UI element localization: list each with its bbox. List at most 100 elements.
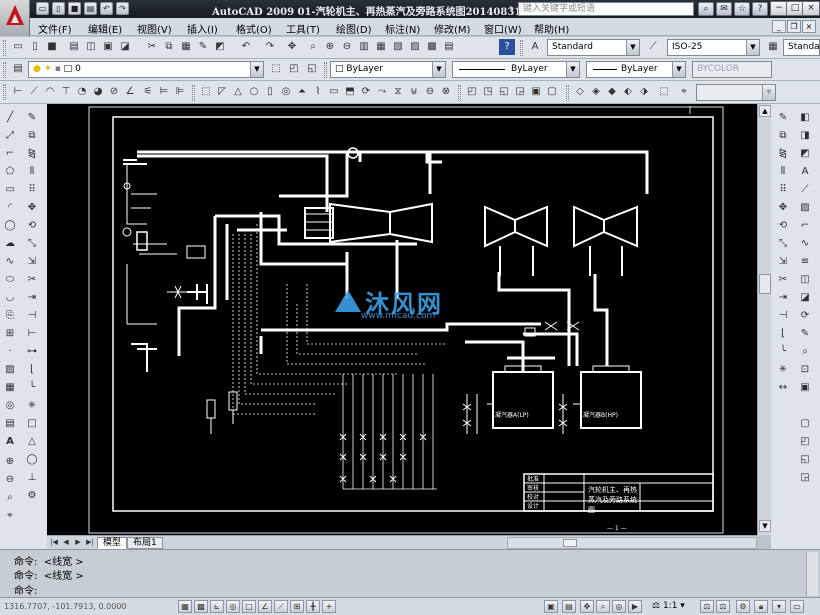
undo-icon[interactable]: ↶ (100, 2, 113, 15)
chevron-down-icon[interactable]: ▼ (672, 62, 685, 77)
layer-select[interactable]: ● ☀ ▪ □ 0 ▼ (28, 61, 264, 78)
clip-viewport-icon[interactable]: ◰ (797, 434, 813, 450)
insert-block-icon[interactable]: ⎘ (2, 308, 18, 324)
visual-style-realistic-icon[interactable]: ◆ (604, 84, 620, 100)
extend-icon[interactable]: ⇥ (24, 290, 40, 306)
toolbar-grip[interactable] (192, 85, 195, 101)
block-editor-icon[interactable]: ◩ (212, 39, 228, 55)
trim-icon[interactable]: ✂ (24, 272, 40, 288)
menu-insert[interactable]: 插入(I) (187, 21, 218, 36)
doc-restore-button[interactable]: ❐ (787, 20, 801, 33)
undo-button-icon[interactable]: ↶ (238, 39, 254, 55)
view-bottom-icon[interactable]: ◳ (480, 84, 496, 100)
model-space-icon[interactable]: ▣ (544, 600, 558, 613)
open-file-icon[interactable]: ▯ (27, 39, 43, 55)
modify-move-icon[interactable]: ✥ (775, 200, 791, 216)
publish-icon[interactable]: ▣ (100, 39, 116, 55)
layer-state-icon[interactable]: ◱ (304, 61, 320, 77)
ucs-select[interactable]: ▼ (696, 84, 776, 101)
modify-extend-icon[interactable]: ⇥ (775, 290, 791, 306)
ellipse-arc-icon[interactable]: ◡ (2, 290, 18, 306)
annotation-visibility-icon[interactable]: ⚖ (700, 600, 714, 613)
gradient-icon[interactable]: ▦ (2, 380, 18, 396)
copy-object-icon[interactable]: ⧉ (24, 128, 40, 144)
fillet-icon[interactable]: ╰ (24, 380, 40, 396)
help-search-input[interactable]: 键入关键字或短语 (518, 2, 694, 16)
dim-ordinate-icon[interactable]: ⊤ (58, 84, 74, 100)
toolbar-grip[interactable] (458, 85, 461, 101)
toolbar-grip[interactable] (3, 62, 6, 78)
move-icon[interactable]: ✥ (24, 200, 40, 216)
modify-stretch-icon[interactable]: ⇲ (775, 254, 791, 270)
polygonal-viewport-icon[interactable]: ◲ (797, 470, 813, 486)
properties-icon[interactable]: ▥ (356, 39, 372, 55)
dim-continue-icon[interactable]: ⊫ (172, 84, 188, 100)
doc-minimize-button[interactable]: _ (772, 20, 786, 33)
toolbar-grip[interactable] (3, 40, 6, 56)
scroll-up-icon[interactable]: ▲ (759, 105, 771, 117)
3d-intersect-icon[interactable]: ⊗ (438, 84, 454, 100)
chevron-down-icon[interactable]: ▼ (762, 85, 775, 100)
view-top-icon[interactable]: ◰ (464, 84, 480, 100)
menu-edit[interactable]: 编辑(E) (88, 21, 122, 36)
modify-chamfer-icon[interactable]: ⌊ (775, 326, 791, 342)
communication-center-icon[interactable]: ✉ (716, 2, 732, 16)
single-viewport-icon[interactable]: ◱ (797, 452, 813, 468)
spline-edit-icon[interactable]: ∿ (797, 236, 813, 252)
quick-properties-icon[interactable]: + (322, 600, 336, 613)
tool-palettes-icon[interactable]: ▧ (390, 39, 406, 55)
paste-icon[interactable]: ▦ (178, 39, 194, 55)
dim-jogged-icon[interactable]: ◕ (90, 84, 106, 100)
3d-cylinder-icon[interactable]: ▯ (262, 84, 278, 100)
3d-cone-icon[interactable]: △ (230, 84, 246, 100)
first-tab-icon[interactable]: |◀ (49, 537, 59, 548)
layout-viewport-icon[interactable]: ▢ (797, 416, 813, 432)
visual-style-wireframe-icon[interactable]: ◇ (572, 84, 588, 100)
application-menu-button[interactable] (0, 0, 30, 36)
open-icon[interactable]: ▯ (52, 2, 65, 15)
snap-mode-icon[interactable]: ▦ (178, 600, 192, 613)
zoom-out-icon[interactable]: ⊖ (2, 472, 18, 488)
snap-midpoint-icon[interactable]: △ (24, 434, 40, 450)
close-button[interactable]: × (802, 1, 820, 16)
array-icon[interactable]: ⠿ (24, 182, 40, 198)
multiline-text-icon[interactable]: A (2, 434, 18, 450)
dynamic-ucs-icon[interactable]: ⟋ (274, 600, 288, 613)
plot-style-select[interactable]: BYCOLOR (692, 61, 772, 78)
steering-wheel-icon[interactable]: ◎ (612, 600, 626, 613)
quick-view-layouts-icon[interactable]: ▤ (562, 600, 576, 613)
modify-explode-icon[interactable]: ✳ (775, 362, 791, 378)
help-icon[interactable]: ? (752, 2, 768, 16)
layer-previous-icon[interactable]: ◰ (286, 61, 302, 77)
object-snap-tracking-icon[interactable]: ∠ (258, 600, 272, 613)
draw-line-icon[interactable]: ╱ (2, 110, 18, 126)
status-menu-icon[interactable]: ▾ (772, 600, 786, 613)
doc-close-button[interactable]: × (802, 20, 816, 33)
print-icon[interactable]: ▤ (84, 2, 97, 15)
chamfer-icon[interactable]: ⌊ (24, 362, 40, 378)
dim-diameter-icon[interactable]: ⊘ (106, 84, 122, 100)
dim-radius-icon[interactable]: ◔ (74, 84, 90, 100)
copy-icon[interactable]: ⧉ (161, 39, 177, 55)
hatch-edit-icon[interactable]: ▨ (797, 200, 813, 216)
view-left-icon[interactable]: ◱ (496, 84, 512, 100)
polyline-icon[interactable]: ⌐ (2, 146, 18, 162)
stretch-icon[interactable]: ⇲ (24, 254, 40, 270)
modify-break-icon[interactable]: ⊣ (775, 308, 791, 324)
modify-trim-icon[interactable]: ✂ (775, 272, 791, 288)
revision-cloud-icon[interactable]: ☁ (2, 236, 18, 252)
dim-linear-icon[interactable]: ⊢ (10, 84, 26, 100)
menu-view[interactable]: 视图(V) (137, 21, 172, 36)
lineweight-control-select[interactable]: ByLayer ▼ (586, 61, 686, 78)
search-icon[interactable]: ⌕ (698, 2, 714, 16)
title-menu-arrow-icon[interactable]: ▸ (510, 3, 514, 12)
visual-style-manager-icon[interactable]: ⬗ (636, 84, 652, 100)
tab-layout1[interactable]: 布局1 (127, 537, 163, 549)
sheet-set-icon[interactable]: ▨ (407, 39, 423, 55)
help-button-icon[interactable]: ? (499, 39, 515, 55)
chevron-down-icon[interactable]: ▼ (626, 40, 639, 55)
ellipse-icon[interactable]: ⬭ (2, 272, 18, 288)
dim-angular-icon[interactable]: ∠ (122, 84, 138, 100)
showmotion-icon[interactable]: ▶ (628, 600, 642, 613)
3d-revolve-icon[interactable]: ⟳ (358, 84, 374, 100)
